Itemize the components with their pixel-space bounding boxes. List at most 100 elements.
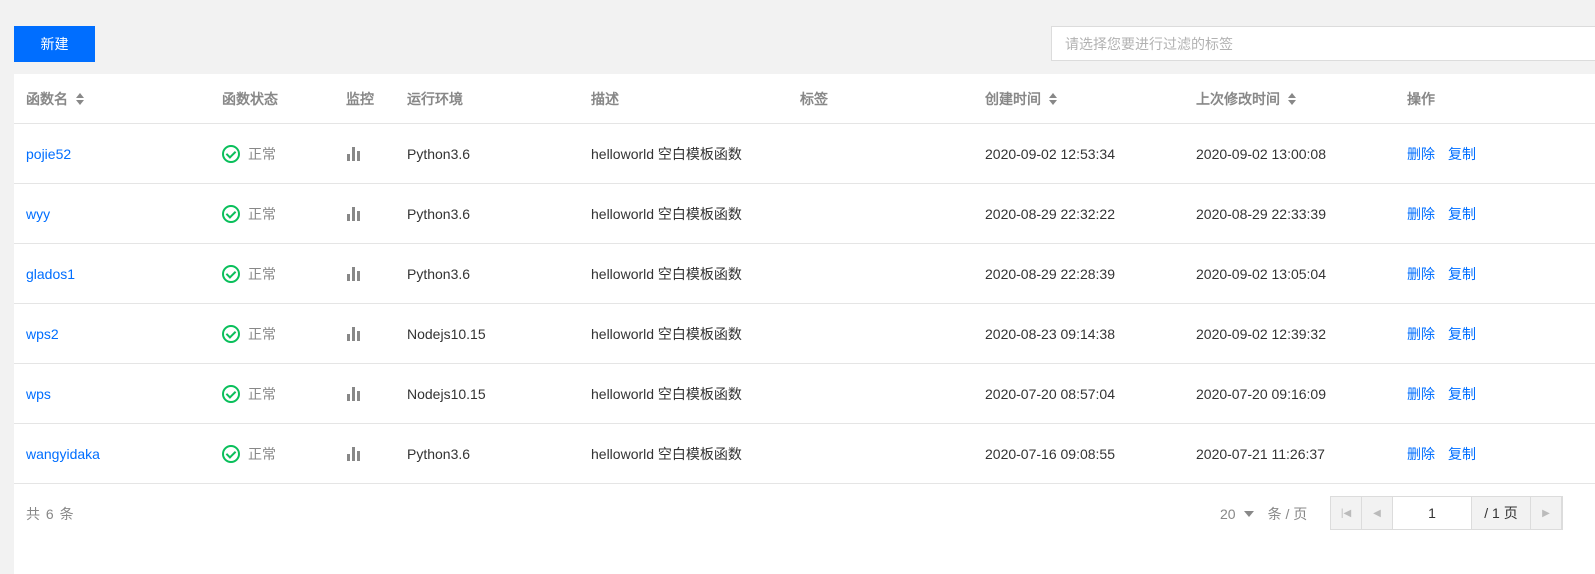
column-header-name[interactable]: 函数名	[26, 74, 84, 123]
column-header-created[interactable]: 创建时间	[985, 74, 1057, 123]
delete-link[interactable]: 删除	[1407, 264, 1435, 284]
status-cell: 正常	[222, 424, 276, 483]
ops-cell: 删除 复制	[1407, 184, 1476, 243]
modified-cell: 2020-07-21 11:26:37	[1196, 445, 1325, 462]
tag-filter-input[interactable]: 请选择您要进行过滤的标签	[1051, 26, 1595, 61]
bar-chart-icon[interactable]	[347, 266, 360, 281]
desc-cell: helloworld 空白模板函数	[591, 145, 742, 162]
check-circle-icon	[222, 444, 240, 463]
runtime-cell: Nodejs10.15	[407, 385, 486, 402]
check-circle-icon	[222, 384, 240, 403]
copy-link[interactable]: 复制	[1448, 204, 1476, 224]
sort-icon[interactable]	[76, 92, 84, 105]
function-name-link[interactable]: wps	[26, 364, 51, 423]
next-page-icon[interactable]: ▶	[1531, 497, 1562, 529]
function-name-link[interactable]: pojie52	[26, 124, 71, 183]
table-header: 函数名 函数状态 监控 运行环境 描述 标签 创建时间 上次修改时间 操作	[14, 74, 1595, 124]
sort-icon[interactable]	[1288, 92, 1296, 105]
prev-page-icon[interactable]: ◀	[1362, 497, 1393, 529]
created-cell: 2020-08-23 09:14:38	[985, 325, 1115, 342]
column-header-ops: 操作	[1407, 90, 1435, 107]
modified-cell: 2020-09-02 13:00:08	[1196, 145, 1326, 162]
status-cell: 正常	[222, 364, 276, 423]
copy-link[interactable]: 复制	[1448, 324, 1476, 344]
runtime-cell: Python3.6	[407, 265, 471, 282]
bar-chart-icon[interactable]	[347, 206, 360, 221]
pagination: |◀ ◀ 1 / 1 页 ▶	[1330, 496, 1563, 530]
desc-cell: helloworld 空白模板函数	[591, 265, 742, 282]
delete-link[interactable]: 删除	[1407, 204, 1435, 224]
delete-link[interactable]: 删除	[1407, 444, 1435, 464]
delete-link[interactable]: 删除	[1407, 384, 1435, 404]
desc-cell: helloworld 空白模板函数	[591, 205, 742, 222]
check-circle-icon	[222, 264, 240, 283]
function-name-link[interactable]: wyy	[26, 184, 50, 243]
ops-cell: 删除 复制	[1407, 124, 1476, 183]
status-cell: 正常	[222, 304, 276, 363]
ops-cell: 删除 复制	[1407, 364, 1476, 423]
copy-link[interactable]: 复制	[1448, 264, 1476, 284]
status-cell: 正常	[222, 244, 276, 303]
runtime-cell: Python3.6	[407, 445, 471, 462]
desc-cell: helloworld 空白模板函数	[591, 445, 742, 462]
table-row: pojie52 正常 Python3.6 helloworld 空白模板函数 2…	[14, 124, 1595, 184]
desc-cell: helloworld 空白模板函数	[591, 325, 742, 342]
function-table: 函数名 函数状态 监控 运行环境 描述 标签 创建时间 上次修改时间 操作 po…	[14, 74, 1595, 574]
page-size-value: 20	[1220, 506, 1236, 522]
first-page-icon[interactable]: |◀	[1331, 497, 1362, 529]
table-row: wps 正常 Nodejs10.15 helloworld 空白模板函数 202…	[14, 364, 1595, 424]
bar-chart-icon[interactable]	[347, 326, 360, 341]
ops-cell: 删除 复制	[1407, 304, 1476, 363]
check-circle-icon	[222, 204, 240, 223]
monitor-cell	[347, 424, 360, 483]
column-header-status: 函数状态	[222, 90, 278, 107]
page-size-unit: 条 / 页	[1267, 506, 1308, 522]
bar-chart-icon[interactable]	[347, 446, 360, 461]
total-count: 共 6 条	[26, 506, 75, 522]
page-size-select[interactable]: 20 条 / 页	[1220, 496, 1307, 532]
created-cell: 2020-07-20 08:57:04	[985, 385, 1115, 402]
table-row: wps2 正常 Nodejs10.15 helloworld 空白模板函数 20…	[14, 304, 1595, 364]
column-header-runtime: 运行环境	[407, 90, 463, 107]
check-circle-icon	[222, 324, 240, 343]
desc-cell: helloworld 空白模板函数	[591, 385, 742, 402]
check-circle-icon	[222, 144, 240, 163]
function-name-link[interactable]: wps2	[26, 304, 59, 363]
page-number-input[interactable]: 1	[1393, 497, 1472, 529]
monitor-cell	[347, 244, 360, 303]
delete-link[interactable]: 删除	[1407, 324, 1435, 344]
column-header-desc: 描述	[591, 90, 619, 107]
function-name-link[interactable]: glados1	[26, 244, 75, 303]
function-name-link[interactable]: wangyidaka	[26, 424, 100, 483]
ops-cell: 删除 复制	[1407, 424, 1476, 483]
bar-chart-icon[interactable]	[347, 146, 360, 161]
modified-cell: 2020-07-20 09:16:09	[1196, 385, 1326, 402]
bar-chart-icon[interactable]	[347, 386, 360, 401]
column-header-modified[interactable]: 上次修改时间	[1196, 74, 1296, 123]
copy-link[interactable]: 复制	[1448, 384, 1476, 404]
created-cell: 2020-08-29 22:32:22	[985, 205, 1115, 222]
status-cell: 正常	[222, 184, 276, 243]
copy-link[interactable]: 复制	[1448, 444, 1476, 464]
table-row: wangyidaka 正常 Python3.6 helloworld 空白模板函…	[14, 424, 1595, 484]
delete-link[interactable]: 删除	[1407, 144, 1435, 164]
total-pages: / 1 页	[1472, 497, 1531, 529]
monitor-cell	[347, 124, 360, 183]
status-cell: 正常	[222, 124, 276, 183]
created-cell: 2020-07-16 09:08:55	[985, 445, 1115, 462]
monitor-cell	[347, 304, 360, 363]
modified-cell: 2020-09-02 12:39:32	[1196, 325, 1326, 342]
created-cell: 2020-09-02 12:53:34	[985, 145, 1115, 162]
ops-cell: 删除 复制	[1407, 244, 1476, 303]
sort-icon[interactable]	[1049, 92, 1057, 105]
new-function-button[interactable]: 新建	[14, 26, 95, 62]
runtime-cell: Python3.6	[407, 145, 471, 162]
modified-cell: 2020-08-29 22:33:39	[1196, 205, 1326, 222]
caret-down-icon	[1243, 511, 1254, 517]
runtime-cell: Python3.6	[407, 205, 471, 222]
modified-cell: 2020-09-02 13:05:04	[1196, 265, 1326, 282]
copy-link[interactable]: 复制	[1448, 144, 1476, 164]
table-row: wyy 正常 Python3.6 helloworld 空白模板函数 2020-…	[14, 184, 1595, 244]
runtime-cell: Nodejs10.15	[407, 325, 486, 342]
monitor-cell	[347, 184, 360, 243]
